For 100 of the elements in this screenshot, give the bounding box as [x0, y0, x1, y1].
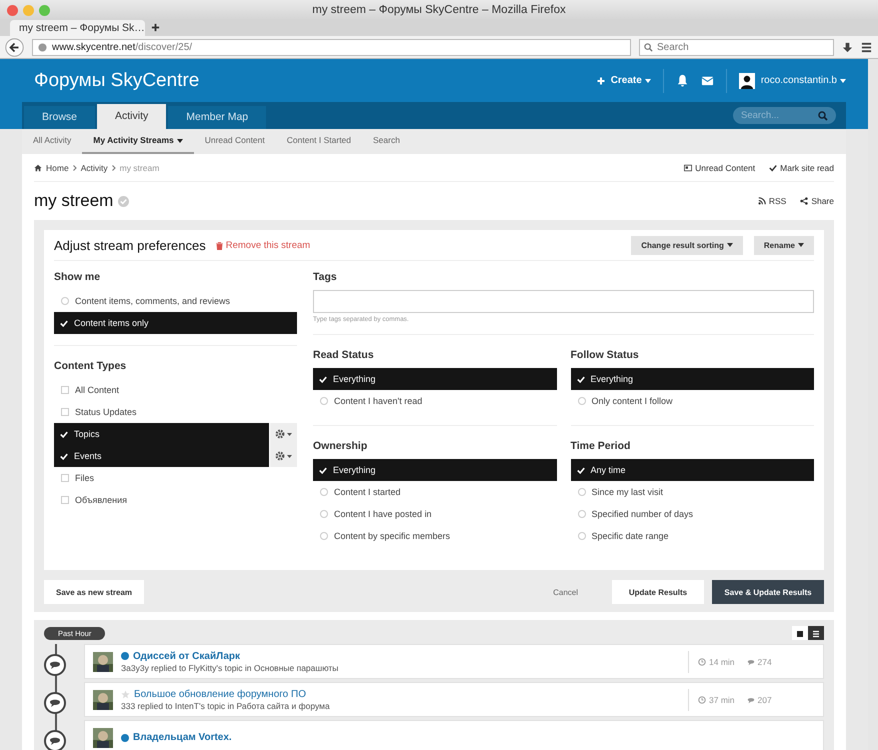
option-row[interactable]: Everything [313, 459, 556, 481]
option-row[interactable]: Since my last visit [570, 481, 814, 503]
chevron-icon [72, 164, 77, 170]
subnav-link[interactable]: Unread Content [194, 129, 276, 154]
caret-icon [840, 78, 846, 82]
gear-icon [274, 450, 292, 460]
nav-tab[interactable]: Browse [24, 106, 96, 129]
check-icon [60, 320, 68, 326]
save-new-stream-button[interactable]: Save as new stream [44, 580, 144, 604]
option-row[interactable]: Content I haven't read [313, 390, 556, 412]
nav-tab[interactable]: Activity [97, 104, 166, 129]
option-row[interactable]: Only content I follow [570, 390, 814, 412]
subnav-link[interactable]: Search [362, 129, 411, 154]
option-row[interactable]: Content items, comments, and reviews [54, 290, 297, 312]
time-ago: 14 min [709, 656, 735, 666]
chevron-icon [112, 164, 116, 170]
option-row[interactable]: Content by specific members [313, 525, 556, 547]
check-icon [60, 430, 68, 438]
content-type-row[interactable]: Объявления [54, 489, 297, 511]
menu-icon[interactable] [861, 42, 872, 52]
plus-icon [596, 76, 605, 84]
close-button[interactable] [7, 4, 18, 16]
square-view-button[interactable] [792, 626, 808, 640]
back-button[interactable] [5, 38, 24, 56]
comment-icon [746, 658, 755, 666]
topic-link[interactable]: Одиссей от СкайЛарк [133, 650, 240, 662]
check-circle-icon [118, 196, 130, 206]
option-row[interactable]: Any time [570, 459, 814, 481]
item-summary: За3у3у replied to FlyKitty's topic in Основные парашюты [121, 662, 340, 672]
radio-icon [578, 532, 586, 540]
remove-stream-link[interactable]: Remove this stream [216, 240, 310, 251]
site-search-input[interactable]: Search... [739, 109, 818, 122]
caret-icon [176, 138, 183, 142]
breadcrumb-link[interactable]: Home [46, 162, 69, 172]
user-menu[interactable]: roco.constantin.b [760, 75, 846, 86]
envelope-icon[interactable] [700, 74, 714, 87]
radio-icon [578, 397, 586, 405]
bell-icon[interactable] [676, 74, 689, 87]
section-heading: Show me [54, 270, 102, 285]
time-ago: 37 min [709, 694, 735, 704]
option-row[interactable]: Content I have posted in [313, 503, 556, 525]
option-row[interactable]: Content items only [54, 312, 297, 334]
checkbox-icon [61, 408, 69, 416]
section-heading: Follow Status [570, 348, 640, 363]
settings-button[interactable] [270, 445, 297, 467]
section-heading: Ownership [313, 439, 368, 454]
option-row[interactable]: Everything [313, 368, 556, 390]
page-action-link[interactable]: Mark site read [780, 162, 834, 172]
checkbox-icon [61, 474, 69, 482]
check-icon [319, 466, 327, 474]
item-summary: 333 replied to IntenT's topic in Работа сайта и форума [121, 700, 331, 710]
content-type-row[interactable]: Status Updates [54, 401, 297, 423]
tags-field[interactable] [313, 290, 814, 313]
share-icon [800, 197, 808, 205]
content-type-row[interactable]: All Content [54, 379, 297, 401]
content-type-row[interactable]: Files [54, 467, 297, 489]
check-icon [319, 376, 327, 382]
section-heading: Tags [313, 270, 338, 285]
browser-tab[interactable]: my streem – Форумы Sk… [10, 20, 145, 36]
subnav-link[interactable]: All Activity [22, 129, 82, 154]
content-type-row[interactable]: Topics [54, 423, 269, 445]
list-view-button[interactable] [808, 626, 824, 640]
comment-count: 207 [758, 694, 772, 704]
option-row[interactable]: Content I started [313, 481, 556, 503]
update-results-button[interactable]: Update Results [612, 580, 704, 604]
gear-icon [274, 428, 292, 438]
topic-link[interactable]: Большое обновление форумного ПО [134, 688, 306, 700]
user-avatar-icon[interactable] [738, 72, 755, 88]
preferences-title: Adjust stream preferences [54, 238, 206, 252]
breadcrumb-link[interactable]: Activity [80, 162, 108, 172]
option-row[interactable]: Specified number of days [570, 503, 814, 525]
comment-node-icon [44, 730, 66, 750]
option-row[interactable]: Everything [570, 368, 814, 390]
site-title[interactable]: Форумы SkyCentre [22, 70, 200, 92]
home-icon [34, 164, 42, 172]
download-icon[interactable] [842, 42, 853, 52]
nav-tab[interactable]: Member Map [168, 106, 266, 129]
page-title: my streem [34, 191, 114, 211]
check-icon [769, 164, 778, 172]
site-search-field[interactable]: Search... [733, 107, 836, 124]
content-type-row[interactable]: Events [54, 445, 269, 467]
caret-icon [798, 243, 804, 247]
sorting-button[interactable]: Change result sorting [631, 236, 743, 254]
subnav-link[interactable]: Content I Started [276, 129, 362, 154]
search-icon[interactable] [818, 110, 828, 120]
list-icon [812, 630, 820, 638]
address-field[interactable]: www.skycentre.net/discover/25/ [32, 38, 631, 56]
page-action-link[interactable]: Unread Content [695, 162, 756, 172]
save-update-button[interactable]: Save & Update Results [712, 580, 824, 604]
rename-button[interactable]: Rename [754, 236, 814, 254]
search-field[interactable]: Search [639, 38, 834, 56]
option-row[interactable]: Specific date range [570, 525, 814, 547]
topic-link[interactable]: Владельцам Vortex. [133, 732, 232, 743]
new-tab-icon[interactable] [151, 23, 160, 32]
feed-link[interactable]: RSS [768, 196, 786, 206]
settings-button[interactable] [270, 423, 297, 445]
rss-icon [758, 197, 766, 205]
create-menu[interactable]: Create [596, 75, 651, 86]
feed-link[interactable]: Share [811, 196, 834, 206]
cancel-link[interactable]: Cancel [527, 588, 604, 596]
